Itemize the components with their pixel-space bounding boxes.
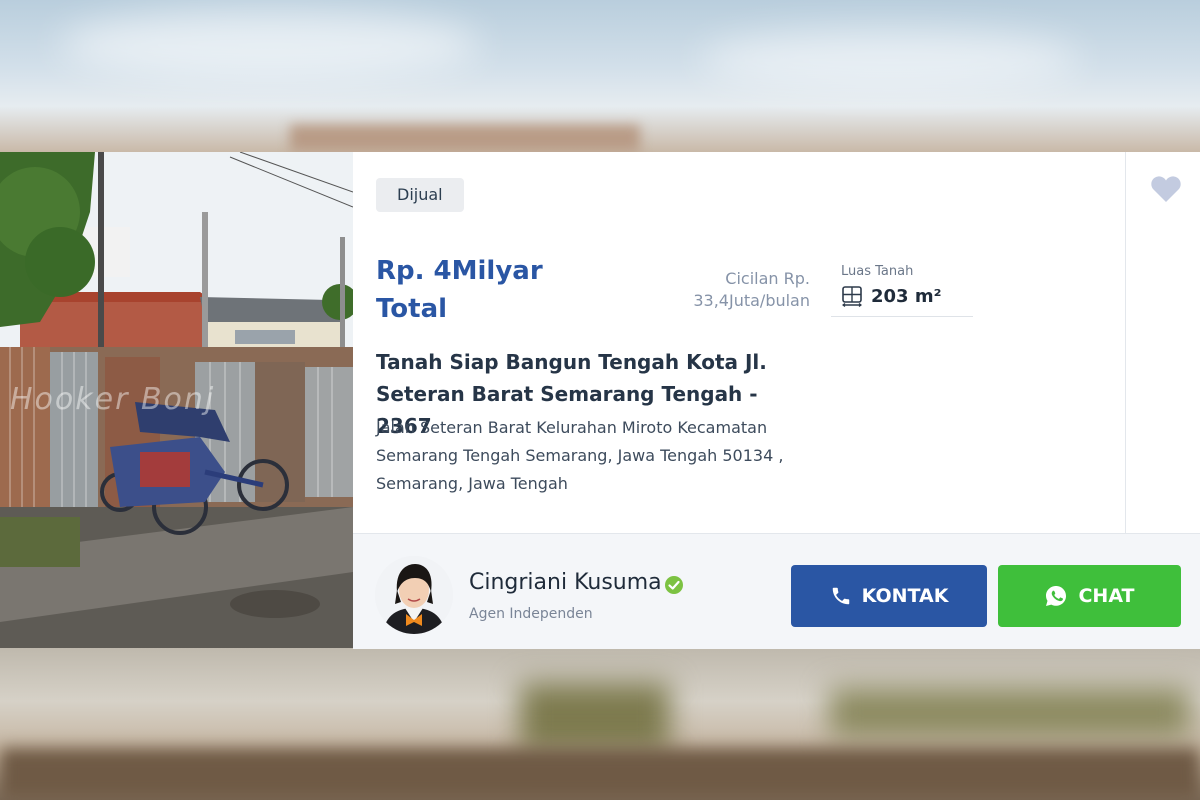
photo-watermark: Hooker Bonj — [10, 382, 216, 417]
listing-title-line: Tanah Siap Bangun Tengah Kota Jl. — [376, 350, 767, 374]
background-blur-top — [0, 0, 1200, 152]
chat-button[interactable]: CHAT — [998, 565, 1181, 627]
background-cloud — [60, 10, 480, 80]
heart-icon[interactable] — [1150, 174, 1182, 204]
price-amount: Rp. 4Milyar — [376, 256, 543, 286]
agent-role: Agen Independen — [469, 606, 593, 622]
land-area-value: 203 m² — [871, 286, 942, 307]
favorite-column — [1125, 152, 1200, 533]
background-cloud — [700, 30, 1080, 90]
agent-bar: Cingriani Kusuma Agen Independen KONTAK … — [353, 533, 1200, 649]
background-roof — [290, 125, 640, 152]
listing-address: Jalan Seteran Barat Kelurahan Miroto Kec… — [376, 414, 806, 498]
whatsapp-icon — [1046, 586, 1067, 606]
listing-card[interactable]: Hooker Bonj Dijual Rp. 4Milyar Total Cic… — [0, 152, 1200, 649]
installment-label: Cicilan Rp. — [725, 269, 810, 288]
status-badge: Dijual — [376, 178, 464, 212]
contact-button-label: KONTAK — [861, 585, 949, 607]
avatar[interactable] — [375, 556, 453, 634]
land-area: Luas Tanah 203 m² — [831, 262, 973, 317]
address-line: Semarang Tengah Semarang, Jawa Tengah 50… — [376, 446, 784, 465]
land-area-icon — [842, 286, 862, 307]
background-foliage — [830, 688, 1190, 738]
address-line: Jalan Seteran Barat Kelurahan Miroto Kec… — [376, 418, 768, 437]
phone-icon — [832, 587, 849, 605]
background-blur-bottom — [0, 648, 1200, 800]
price-suffix: Total — [376, 294, 448, 324]
verified-check-icon — [665, 576, 683, 594]
installment-info: Cicilan Rp. 33,4Juta/bulan — [693, 268, 810, 312]
agent-name[interactable]: Cingriani Kusuma — [469, 570, 662, 595]
chat-button-label: CHAT — [1078, 585, 1135, 607]
price: Rp. 4Milyar Total — [376, 252, 543, 328]
listing-photo[interactable]: Hooker Bonj — [0, 152, 353, 648]
address-line: Semarang, Jawa Tengah — [376, 474, 568, 493]
background-foliage — [520, 683, 670, 753]
listing-details: Dijual Rp. 4Milyar Total Cicilan Rp. 33,… — [353, 152, 1125, 533]
installment-amount: 33,4Juta/bulan — [693, 291, 810, 310]
avatar-image — [375, 556, 453, 634]
land-area-label: Luas Tanah — [841, 264, 914, 279]
background-road — [0, 748, 1200, 800]
contact-button[interactable]: KONTAK — [791, 565, 987, 627]
